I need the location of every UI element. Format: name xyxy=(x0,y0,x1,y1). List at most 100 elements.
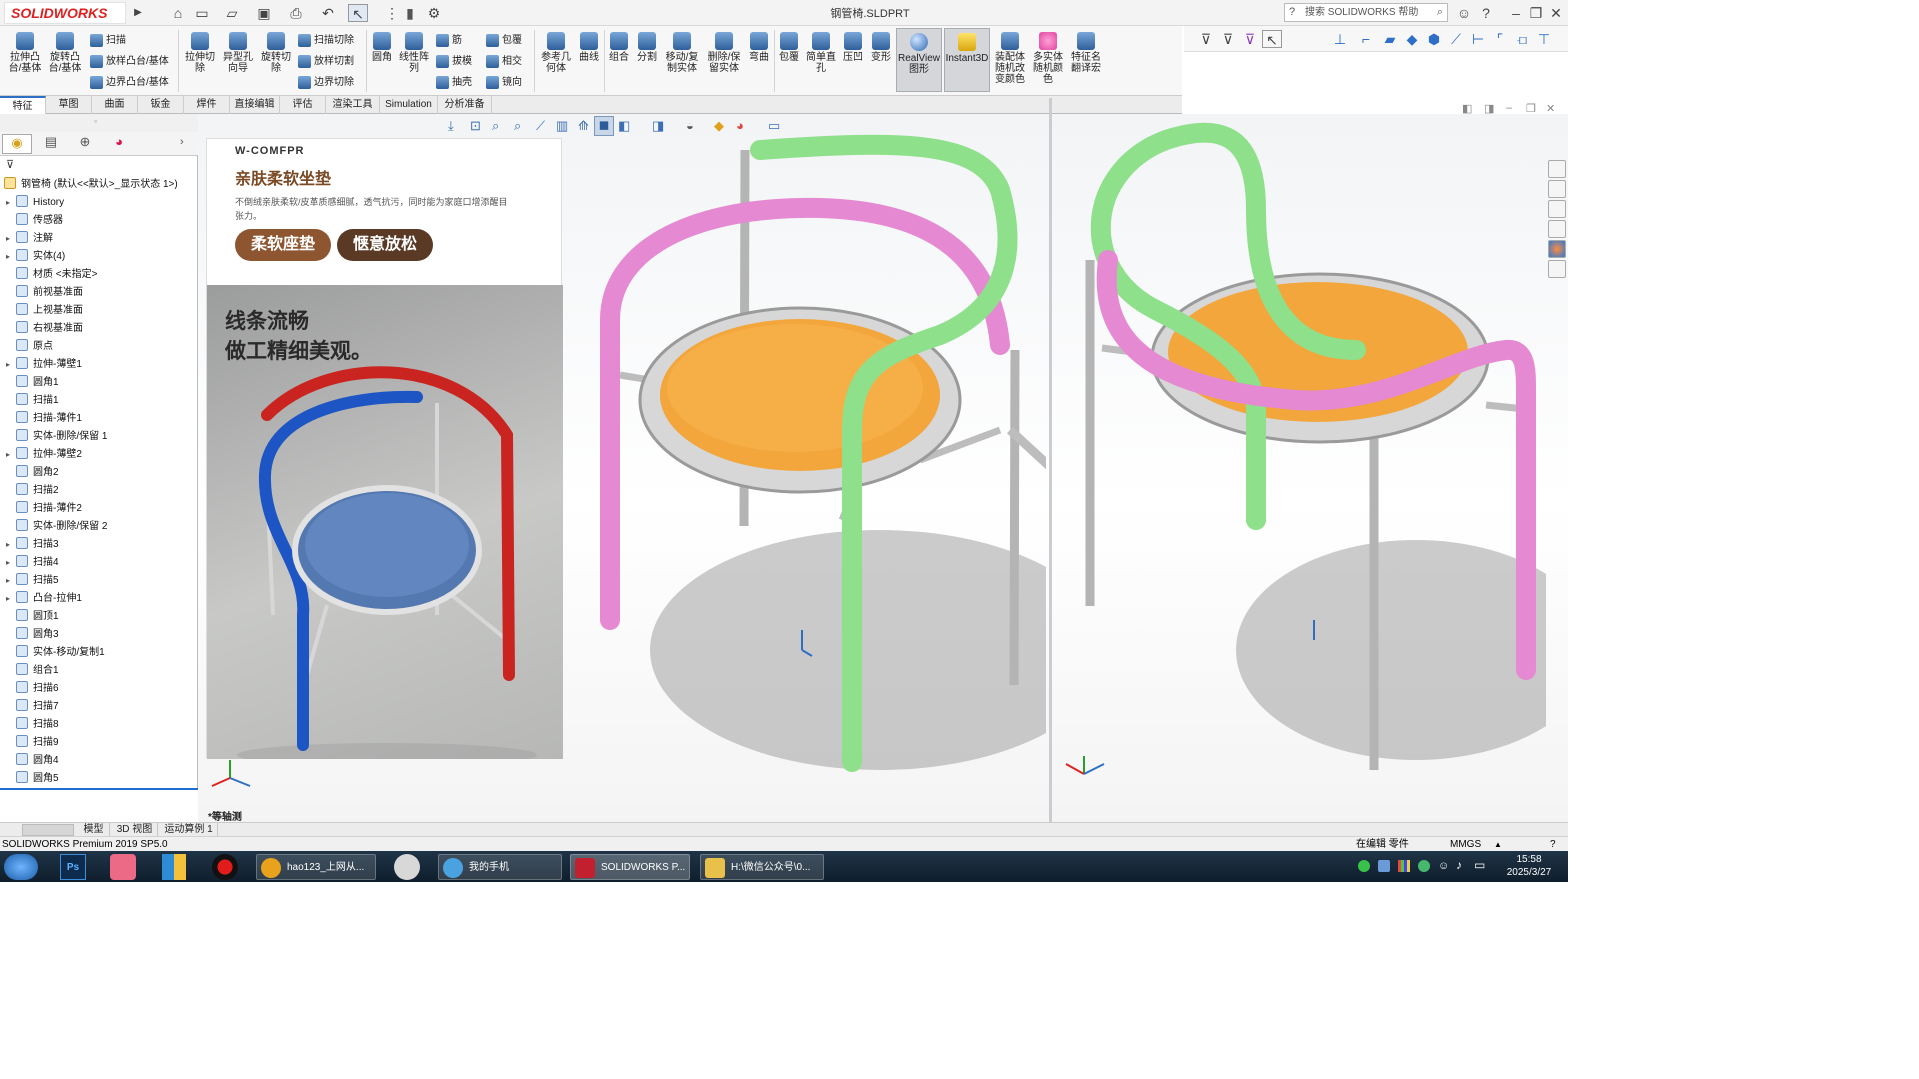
tab-analysis-prep[interactable]: 分析准备 xyxy=(438,96,492,114)
shell-button[interactable]: 抽壳 xyxy=(436,72,472,93)
restore-icon[interactable]: ❐ xyxy=(1526,4,1546,22)
filter-color-icon[interactable]: ⊽ xyxy=(1240,30,1260,48)
loft-cut-button[interactable]: 放样切割 xyxy=(298,51,354,72)
intersect-button[interactable]: 相交 xyxy=(486,51,522,72)
tab-evaluate[interactable]: 评估 xyxy=(280,96,326,114)
tree-node[interactable]: 扫描9 xyxy=(6,734,59,752)
tab-model[interactable]: 模型 xyxy=(78,823,110,837)
tree-node[interactable]: 圆角3 xyxy=(6,626,59,644)
rib-button[interactable]: 筋 xyxy=(436,30,462,51)
taskbar-item-solidworks[interactable]: SOLIDWORKS P... xyxy=(570,854,690,880)
tree-node[interactable]: ▸ 扫描5 xyxy=(6,572,59,590)
tree-node[interactable]: 传感器 xyxy=(6,212,63,230)
status-help-icon[interactable]: ? xyxy=(1550,837,1556,852)
feature-tree-tab-icon[interactable]: ◉ xyxy=(2,134,32,154)
tree-node[interactable]: 圆角1 xyxy=(6,374,59,392)
search-icon[interactable]: ⌕ xyxy=(1437,4,1443,21)
instant3d-button[interactable]: Instant3D xyxy=(944,28,990,92)
office-app-icon[interactable] xyxy=(162,854,186,880)
taskbar-item-folder[interactable]: H:\微信公众号\0... xyxy=(700,854,824,880)
dynamic-annotation-icon[interactable]: ⟋ xyxy=(536,118,545,134)
expand-menu-icon[interactable]: ▶ xyxy=(128,4,148,22)
options-gear-icon[interactable]: ⚙ xyxy=(424,4,444,22)
status-units[interactable]: MMGS xyxy=(1450,837,1481,852)
tab-direct-editing[interactable]: 直接编辑 xyxy=(230,96,280,114)
tree-node[interactable]: 扫描2 xyxy=(6,482,59,500)
tree-node[interactable]: ▸ 注解 xyxy=(6,230,53,248)
expand-arrow-icon[interactable]: ▸ xyxy=(6,536,16,554)
tree-node[interactable]: 扫描1 xyxy=(6,392,59,410)
collapse-handle-icon[interactable]: ◦ xyxy=(94,116,97,126)
tree-node[interactable]: 扫描-薄件1 xyxy=(6,410,82,428)
loft-boss-button[interactable]: 放样凸台/基体 xyxy=(90,51,169,72)
help-search-input[interactable]: ? 搜索 SOLIDWORKS 帮助 ⌕ xyxy=(1284,3,1448,22)
tab-render-tools[interactable]: 渲染工具 xyxy=(326,96,380,114)
tray-app-icon[interactable] xyxy=(1378,860,1390,872)
boundary-cut-button[interactable]: 边界切除 xyxy=(298,72,354,93)
tree-node[interactable]: ▸ 凸台-拉伸1 xyxy=(6,590,82,608)
tab-sheet-metal[interactable]: 钣金 xyxy=(138,96,184,114)
tray-green-icon[interactable] xyxy=(1358,860,1370,872)
view-orientation-icon[interactable]: ▥ xyxy=(556,118,568,134)
screenshot-tool-icon[interactable] xyxy=(394,854,420,880)
linear-pattern-button[interactable]: 线性阵列 xyxy=(398,32,430,74)
select-pointer-icon[interactable]: ↖ xyxy=(348,4,368,22)
taskbar-item-hao123[interactable]: hao123_上网从... xyxy=(256,854,376,880)
tree-node[interactable]: 扫描8 xyxy=(6,716,59,734)
sweep-cut-button[interactable]: 扫描切除 xyxy=(298,30,354,51)
open-file-icon[interactable]: ▱ xyxy=(222,4,242,22)
undo-icon[interactable]: ↶ xyxy=(318,4,338,22)
tree-node[interactable]: 扫描-薄件2 xyxy=(6,500,82,518)
more-tabs-chevron-icon[interactable]: › xyxy=(180,136,184,148)
units-dropdown-icon[interactable]: ▲ xyxy=(1494,837,1502,852)
property-manager-tab-icon[interactable]: ▤ xyxy=(36,134,66,154)
expand-arrow-icon[interactable]: ▸ xyxy=(6,554,16,572)
home-icon[interactable]: ⌂ xyxy=(168,4,188,22)
user-icon[interactable]: ☺ xyxy=(1454,4,1474,22)
tree-node[interactable]: 圆角2 xyxy=(6,464,59,482)
tab-surfaces[interactable]: 曲面 xyxy=(92,96,138,114)
rebuild-icon[interactable]: ▮ xyxy=(400,4,420,22)
tree-filter-icon[interactable]: ⊽ xyxy=(6,158,14,171)
close-icon[interactable]: ✕ xyxy=(1546,4,1566,22)
tree-node[interactable]: 实体-删除/保留 1 xyxy=(6,428,107,446)
snap-dims-icon[interactable]: ⊤ xyxy=(1534,30,1554,48)
tray-wechat-icon[interactable] xyxy=(1418,860,1430,872)
expand-arrow-icon[interactable]: ▸ xyxy=(6,248,16,266)
snap-face-icon[interactable]: ▰ xyxy=(1380,30,1400,48)
snap-vertex-icon[interactable]: ⊢ xyxy=(1468,30,1488,48)
move-copy-button[interactable]: 移动/复制实体 xyxy=(662,32,702,74)
tree-node[interactable]: ▸ History xyxy=(6,194,64,212)
display-manager-tab-icon[interactable]: ◕ xyxy=(104,134,134,154)
start-button-icon[interactable] xyxy=(4,854,38,880)
tree-node[interactable]: 材质 <未指定> xyxy=(6,266,97,284)
tree-node[interactable]: 圆角4 xyxy=(6,752,59,770)
multibody-color-button[interactable]: 多实体随机颜色 xyxy=(1030,32,1066,85)
expand-arrow-icon[interactable]: ▸ xyxy=(6,572,16,590)
tree-node[interactable]: ▸ 拉伸-薄壁1 xyxy=(6,356,82,374)
expand-arrow-icon[interactable]: ▸ xyxy=(6,230,16,248)
wrap-small-button[interactable]: 包覆 xyxy=(486,30,522,51)
tree-node[interactable]: ▸ 拉伸-薄壁2 xyxy=(6,446,82,464)
task-pane-home-icon[interactable] xyxy=(1548,160,1566,178)
photoshop-icon[interactable]: Ps xyxy=(60,854,86,880)
tree-node[interactable]: 原点 xyxy=(6,338,53,356)
section-view-icon[interactable]: ⌕ xyxy=(514,118,521,134)
mirror-button[interactable]: 镜向 xyxy=(486,72,522,93)
tray-user-icon[interactable]: ☺ xyxy=(1438,860,1450,872)
flex-button[interactable]: 弯曲 xyxy=(746,32,772,63)
viewport-split-divider[interactable] xyxy=(1049,98,1052,822)
expand-arrow-icon[interactable]: ▸ xyxy=(6,194,16,212)
boundary-boss-button[interactable]: 边界凸台/基体 xyxy=(90,72,169,93)
task-pane-resources-icon[interactable] xyxy=(1548,180,1566,198)
save-icon[interactable]: ▣ xyxy=(254,4,274,22)
expand-arrow-icon[interactable]: ▸ xyxy=(6,356,16,374)
tree-node[interactable]: ▸ 扫描4 xyxy=(6,554,59,572)
indent-button[interactable]: 压凹 xyxy=(840,32,866,63)
snap-edge-icon[interactable]: ⌐ xyxy=(1356,30,1376,48)
tree-node[interactable]: 扫描6 xyxy=(6,680,59,698)
help-menu-icon[interactable]: ? xyxy=(1476,4,1496,22)
filter-icon[interactable]: ⊽ xyxy=(1196,30,1216,48)
tray-ime-icon[interactable] xyxy=(1398,860,1410,872)
delete-keep-button[interactable]: 删除/保留实体 xyxy=(704,32,744,74)
